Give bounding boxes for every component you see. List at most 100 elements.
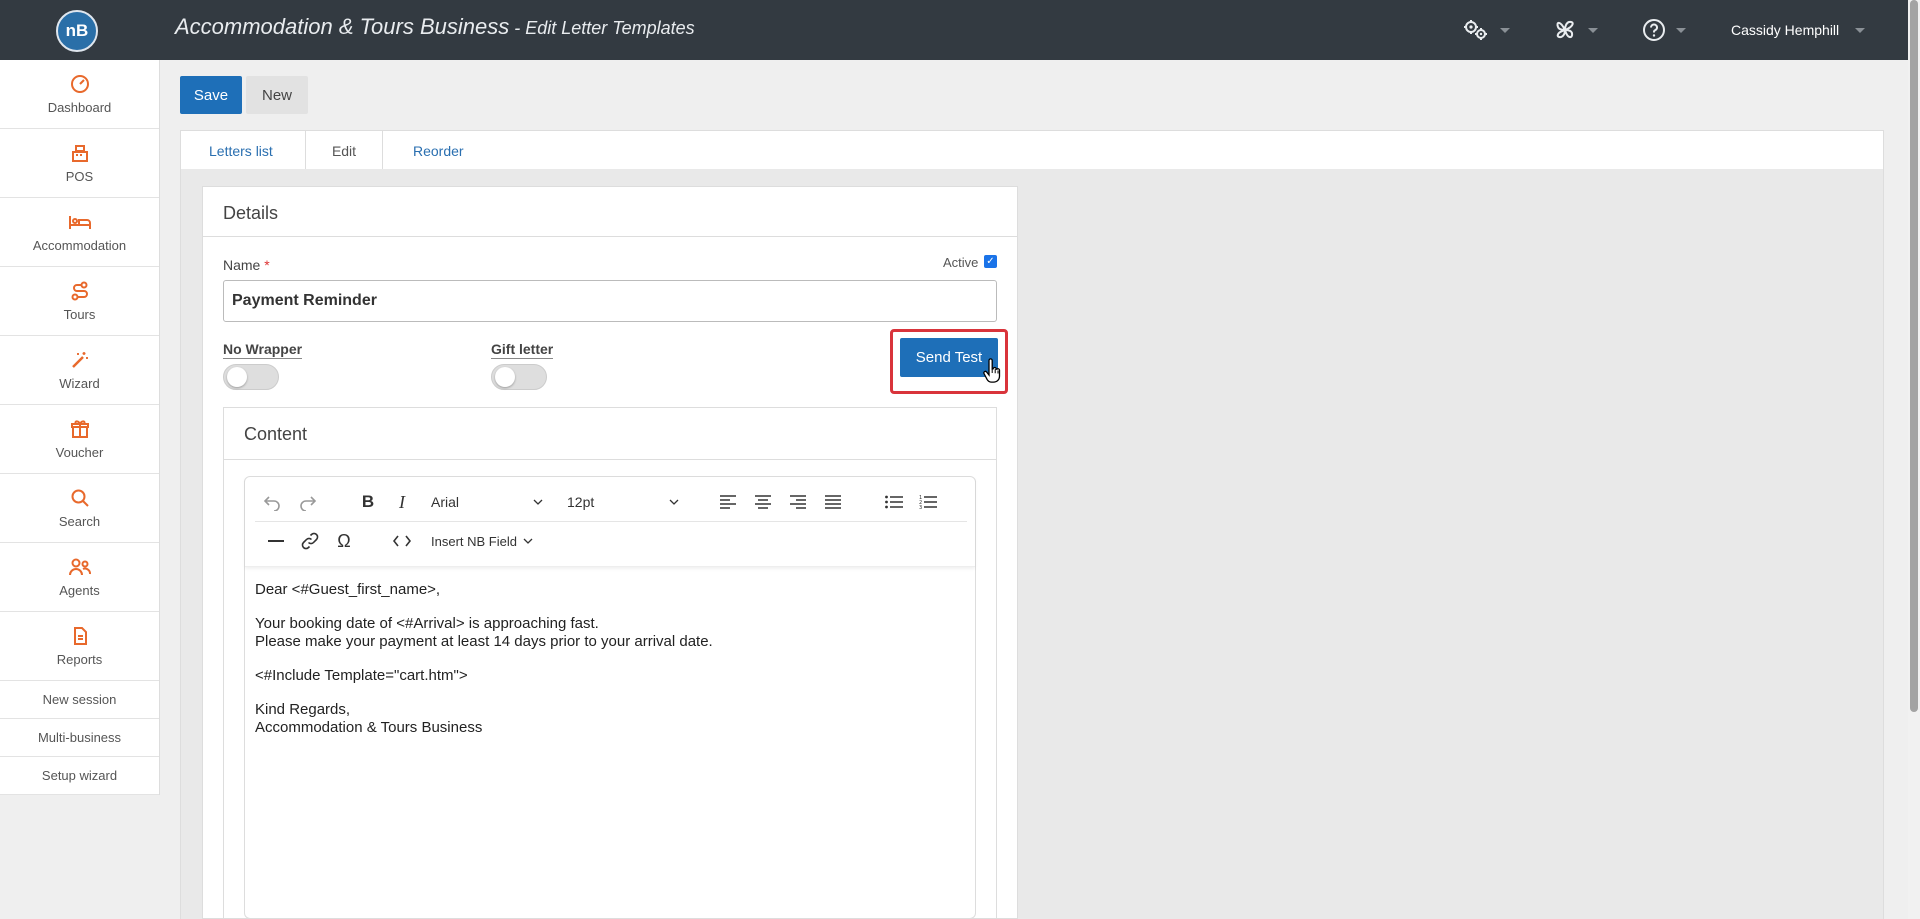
sidebar-item-label: Tours bbox=[63, 306, 96, 322]
sidebar-item-label: Voucher bbox=[55, 444, 104, 460]
numbered-list-icon: 123 bbox=[919, 495, 937, 510]
dashboard-gauge-icon bbox=[70, 74, 89, 93]
align-center-button[interactable] bbox=[750, 489, 776, 515]
chevron-down-icon bbox=[1676, 27, 1686, 33]
tab-bar: Letters list Edit Reorder bbox=[180, 130, 1884, 171]
new-button[interactable]: New bbox=[246, 76, 308, 114]
sidebar-item-label: Dashboard bbox=[47, 99, 112, 115]
bold-button[interactable]: B bbox=[355, 489, 381, 515]
bold-icon: B bbox=[361, 492, 375, 511]
sidebar-item-search[interactable]: Search bbox=[0, 474, 159, 543]
editor-body[interactable]: Dear <#Guest_first_name>, Your booking d… bbox=[255, 581, 713, 753]
justify-button[interactable] bbox=[820, 489, 846, 515]
undo-icon bbox=[263, 496, 280, 511]
scrollbar-thumb[interactable] bbox=[1910, 0, 1918, 712]
name-label-text: Name bbox=[223, 257, 261, 273]
sidebar-item-tours[interactable]: Tours bbox=[0, 267, 159, 336]
toolbar-divider bbox=[255, 521, 967, 522]
sidebar-item-label: Reports bbox=[56, 651, 103, 667]
italic-icon: I bbox=[399, 491, 405, 512]
sidebar-item-label: Wizard bbox=[59, 375, 100, 391]
sidebar-item-voucher[interactable]: Voucher bbox=[0, 405, 159, 474]
chevron-down-icon bbox=[523, 538, 533, 544]
cash-register-icon bbox=[71, 144, 88, 162]
chevron-down-icon bbox=[1500, 27, 1510, 33]
content-heading: Content bbox=[224, 408, 996, 460]
save-button[interactable]: Save bbox=[180, 76, 242, 114]
sidebar-item-wizard[interactable]: Wizard bbox=[0, 336, 159, 405]
source-code-button[interactable] bbox=[389, 528, 415, 554]
magic-wand-icon bbox=[71, 351, 88, 368]
undo-button[interactable] bbox=[259, 489, 285, 515]
sidebar-item-label: Agents bbox=[59, 582, 100, 598]
greeting-line: Dear <#Guest_first_name>, bbox=[255, 581, 441, 598]
sidebar-item-dashboard[interactable]: Dashboard bbox=[0, 60, 159, 129]
no-wrapper-label: No Wrapper bbox=[223, 341, 303, 359]
sidebar-item-agents[interactable]: Agents bbox=[0, 543, 159, 612]
help-menu[interactable] bbox=[1642, 16, 1686, 44]
align-left-button[interactable] bbox=[715, 489, 741, 515]
font-family-select[interactable]: Arial bbox=[423, 488, 551, 516]
gift-letter-toggle[interactable] bbox=[491, 364, 547, 390]
active-label: Active bbox=[943, 255, 979, 270]
user-name: Cassidy Hemphill bbox=[1731, 22, 1840, 38]
sidebar-link-new-session[interactable]: New session bbox=[0, 681, 159, 719]
toggle-knob bbox=[227, 367, 247, 387]
chevron-down-icon bbox=[1855, 27, 1866, 33]
link-icon bbox=[301, 532, 319, 550]
sidebar-link-multi-business[interactable]: Multi-business bbox=[0, 719, 159, 757]
tools-menu[interactable] bbox=[1552, 16, 1598, 44]
no-wrapper-toggle[interactable] bbox=[223, 364, 279, 390]
chevron-down-icon bbox=[533, 499, 543, 505]
page-subtitle: - Edit Letter Templates bbox=[509, 18, 695, 38]
body-line-2: Please make your payment at least 14 day… bbox=[255, 633, 713, 650]
body-line-1: Your booking date of <#Arrival> is appro… bbox=[255, 615, 599, 632]
bullet-list-button[interactable] bbox=[881, 489, 907, 515]
redo-button[interactable] bbox=[295, 489, 321, 515]
align-right-button[interactable] bbox=[785, 489, 811, 515]
tab-letters-list[interactable]: Letters list bbox=[209, 131, 273, 170]
font-family-value: Arial bbox=[431, 494, 460, 510]
report-document-icon bbox=[73, 626, 87, 645]
sidebar-item-accommodation[interactable]: Accommodation bbox=[0, 198, 159, 267]
horizontal-rule-button[interactable] bbox=[263, 528, 289, 554]
settings-menu[interactable] bbox=[1462, 16, 1510, 44]
name-label: Name * bbox=[223, 257, 270, 273]
sidebar-item-label: POS bbox=[65, 168, 94, 184]
link-button[interactable] bbox=[297, 528, 323, 554]
name-input[interactable] bbox=[223, 280, 997, 322]
insert-nb-field-label: Insert NB Field bbox=[431, 533, 517, 549]
chevron-down-icon bbox=[1588, 27, 1598, 33]
sidebar-item-reports[interactable]: Reports bbox=[0, 612, 159, 681]
editor-toolbar: B I Arial 12pt 123 Ω Insert NB Field bbox=[245, 477, 975, 567]
special-character-button[interactable]: Ω bbox=[331, 528, 357, 554]
toggle-knob bbox=[495, 367, 515, 387]
details-heading: Details bbox=[203, 187, 1017, 237]
search-icon bbox=[71, 489, 89, 507]
page-scrollbar[interactable] bbox=[1908, 0, 1920, 919]
tab-reorder[interactable]: Reorder bbox=[413, 131, 464, 170]
sidebar-item-pos[interactable]: POS bbox=[0, 129, 159, 198]
rich-text-editor: B I Arial 12pt 123 Ω Insert NB Field Dea… bbox=[244, 476, 976, 919]
insert-nb-field-dropdown[interactable]: Insert NB Field bbox=[423, 527, 543, 555]
redo-icon bbox=[300, 496, 317, 511]
app-logo[interactable]: nB bbox=[56, 10, 98, 52]
top-bar: nB Accommodation & Tours Business - Edit… bbox=[0, 0, 1908, 60]
active-checkbox[interactable]: ✓ bbox=[984, 255, 997, 268]
tab-edit[interactable]: Edit bbox=[305, 131, 383, 171]
bullet-list-icon bbox=[885, 495, 903, 509]
page-title: Accommodation & Tours Business - Edit Le… bbox=[175, 14, 695, 40]
sidebar-item-label: Search bbox=[58, 513, 101, 529]
numbered-list-button[interactable]: 123 bbox=[915, 489, 941, 515]
help-icon bbox=[1643, 19, 1665, 41]
font-size-value: 12pt bbox=[567, 494, 595, 510]
sidebar-link-setup-wizard[interactable]: Setup wizard bbox=[0, 757, 159, 795]
user-menu[interactable]: Cassidy Hemphill bbox=[1731, 16, 1866, 44]
closing-line: Kind Regards, bbox=[255, 701, 351, 718]
gift-letter-label: Gift letter bbox=[491, 341, 554, 359]
gift-icon bbox=[70, 419, 89, 438]
horizontal-rule-icon bbox=[268, 540, 284, 542]
align-center-icon bbox=[755, 495, 771, 509]
italic-button[interactable]: I bbox=[389, 489, 415, 515]
font-size-select[interactable]: 12pt bbox=[559, 488, 687, 516]
